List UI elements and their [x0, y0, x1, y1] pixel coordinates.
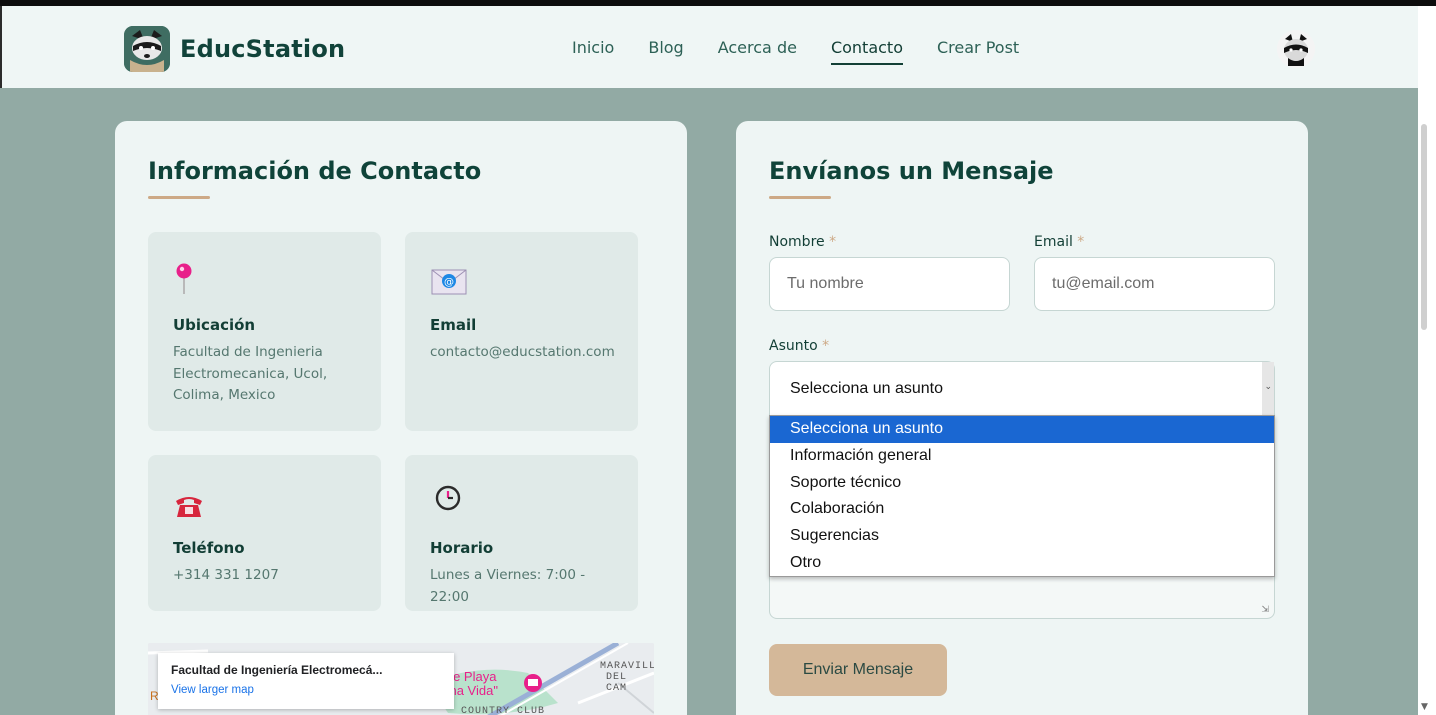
info-title-schedule: Horario	[430, 539, 494, 557]
map-pin-icon	[174, 262, 194, 300]
info-text-phone: +314 331 1207	[173, 567, 279, 583]
info-title-email: Email	[430, 316, 477, 334]
info-card-email: @ Email contacto@educstation.com	[405, 232, 638, 431]
navbar: EducStation Inicio Blog Acerca de Contac…	[0, 6, 1418, 88]
info-card-phone: Teléfono +314 331 1207	[148, 455, 381, 611]
subject-option-general[interactable]: Información general	[770, 443, 1274, 470]
name-label-text: Nombre	[769, 234, 825, 250]
contact-info-card: Información de Contacto Ubicación Facult…	[115, 121, 687, 715]
email-label: Email *	[1034, 234, 1084, 250]
raccoon-logo-icon	[124, 26, 170, 72]
info-title-phone: Teléfono	[173, 539, 245, 557]
map-info-popup: Facultad de Ingeniería Electromecá... Vi…	[158, 653, 454, 709]
subject-option-other[interactable]: Otro	[770, 550, 1274, 577]
subject-select-value: Selecciona un asunto	[790, 380, 943, 397]
contact-info-title: Información de Contacto	[148, 157, 482, 185]
subject-label: Asunto *	[769, 338, 829, 354]
subject-option-support[interactable]: Soporte técnico	[770, 470, 1274, 497]
subject-option-collaboration[interactable]: Colaboración	[770, 496, 1274, 523]
nav-item-acerca-de[interactable]: Acerca de	[718, 38, 797, 65]
main-nav: Inicio Blog Acerca de Contacto Crear Pos…	[572, 38, 1019, 65]
scroll-down-icon[interactable]: ▼	[1421, 702, 1428, 712]
email-label-text: Email	[1034, 234, 1073, 250]
name-label: Nombre *	[769, 234, 836, 250]
raccoon-avatar-icon	[1277, 30, 1315, 68]
resize-grip-icon[interactable]: ⇲	[1261, 605, 1269, 615]
brand-logo[interactable]: EducStation	[124, 26, 345, 72]
svg-text:@: @	[444, 277, 454, 288]
nav-item-inicio[interactable]: Inicio	[572, 38, 614, 65]
subject-option-suggestions[interactable]: Sugerencias	[770, 523, 1274, 550]
info-card-schedule: Horario Lunes a Viernes: 7:00 - 22:00	[405, 455, 638, 611]
subject-label-text: Asunto	[769, 338, 818, 354]
map-label-country-club: COUNTRY CLUB	[461, 706, 546, 715]
title-underline	[769, 196, 831, 199]
subject-select[interactable]: Selecciona un asunto ⌄	[769, 361, 1275, 416]
nav-item-blog[interactable]: Blog	[648, 38, 683, 65]
telephone-icon	[174, 493, 204, 523]
scrollbar-thumb[interactable]	[1421, 124, 1427, 330]
required-mark: *	[822, 338, 830, 354]
required-mark: *	[1077, 234, 1085, 250]
required-mark: *	[829, 234, 837, 250]
send-message-button[interactable]: Enviar Mensaje	[769, 644, 947, 696]
contact-form-card: Envíanos un Mensaje Nombre * Email * Asu…	[736, 121, 1308, 715]
envelope-icon: @	[431, 269, 467, 299]
info-card-location: Ubicación Facultad de Ingenieria Electro…	[148, 232, 381, 431]
email-input[interactable]	[1034, 257, 1275, 311]
brand-name: EducStation	[180, 35, 346, 63]
embedded-map[interactable]: a de Playa uena Vida" MARAVILL DEL CAM C…	[148, 643, 654, 715]
map-label-maravill: MARAVILL	[600, 661, 654, 672]
contact-form-title: Envíanos un Mensaje	[769, 157, 1054, 185]
nav-item-contacto[interactable]: Contacto	[830, 38, 903, 65]
info-text-schedule: Lunes a Viernes: 7:00 - 22:00	[430, 567, 586, 605]
info-text-email: contacto@educstation.com	[430, 344, 615, 360]
title-underline	[148, 196, 210, 199]
info-title-location: Ubicación	[173, 316, 256, 334]
name-input[interactable]	[769, 257, 1010, 311]
page-scrollbar[interactable]	[1418, 6, 1436, 715]
view-larger-map-link[interactable]: View larger map	[171, 684, 254, 696]
user-avatar[interactable]	[1277, 30, 1315, 68]
clock-icon	[435, 485, 461, 515]
info-text-location: Facultad de Ingenieria Electromecanica, …	[173, 344, 328, 403]
map-place-name: Facultad de Ingeniería Electromecá...	[171, 663, 383, 677]
subject-option-select[interactable]: Selecciona un asunto	[770, 416, 1274, 443]
subject-dropdown-list: Selecciona un asunto Información general…	[769, 415, 1275, 577]
map-label-del-cam: DEL CAM	[606, 672, 628, 694]
chevron-down-icon: ⌄	[1264, 382, 1272, 392]
nav-item-crear-post[interactable]: Crear Post	[937, 38, 1019, 65]
